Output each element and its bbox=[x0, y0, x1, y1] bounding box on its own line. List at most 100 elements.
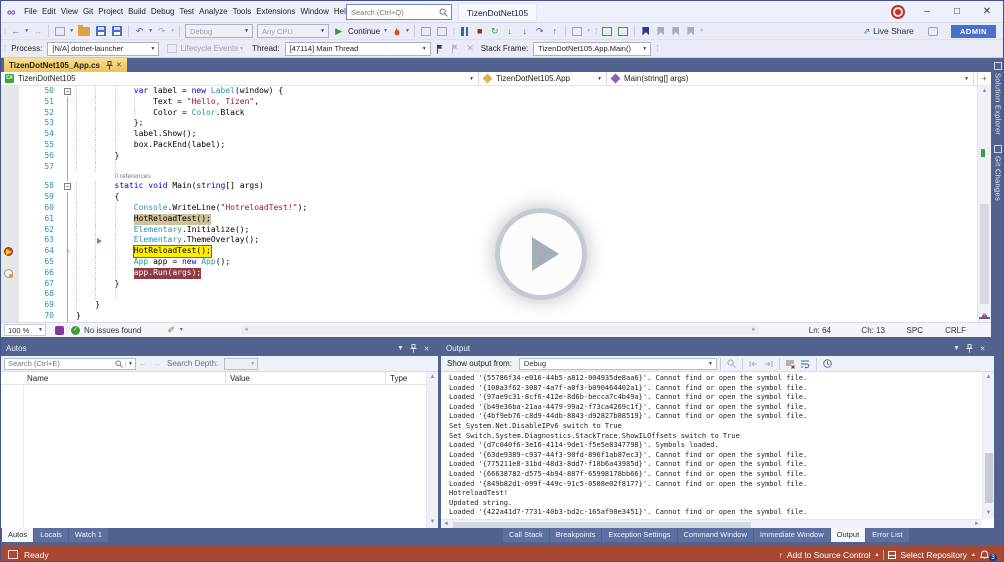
select-repository-caret-icon[interactable]: ▲ bbox=[971, 552, 976, 558]
solution-configuration-select[interactable]: Debug▼ bbox=[185, 24, 253, 38]
menu-item-test[interactable]: Test bbox=[177, 1, 197, 22]
outline-margin[interactable] bbox=[59, 257, 76, 268]
code-line[interactable]: 64✎HotReloadTest(); bbox=[1, 246, 977, 257]
notifications-bell-icon[interactable] bbox=[980, 550, 989, 560]
scrollbar-thumb[interactable] bbox=[453, 522, 751, 528]
outline-margin[interactable] bbox=[59, 311, 76, 322]
scroll-down-icon[interactable]: ▼ bbox=[427, 517, 438, 528]
outline-margin[interactable] bbox=[59, 118, 76, 129]
code-line[interactable]: 50−var label = new Label(window) { bbox=[1, 86, 977, 97]
breakpoint-margin[interactable] bbox=[1, 86, 19, 97]
collapse-region-icon[interactable]: − bbox=[64, 183, 71, 190]
codelens-text[interactable]: 0 references bbox=[76, 172, 151, 181]
tool-window-tab-call-stack[interactable]: Call Stack bbox=[503, 528, 549, 542]
breakpoint-margin[interactable] bbox=[1, 225, 19, 236]
outline-margin[interactable] bbox=[59, 214, 76, 225]
outline-margin[interactable] bbox=[59, 108, 76, 119]
thread-select[interactable]: [47114] Main Thread▼ bbox=[285, 42, 431, 56]
toggle-bookmark-icon[interactable] bbox=[639, 24, 652, 38]
pin-icon[interactable] bbox=[963, 344, 976, 353]
breakpoint-margin[interactable] bbox=[1, 246, 19, 257]
indentation-indicator[interactable]: SPC bbox=[907, 326, 923, 335]
line-ending-indicator[interactable]: CRLF bbox=[945, 326, 966, 335]
code-line[interactable]: 68 bbox=[1, 289, 977, 300]
navigate-forward-icon[interactable]: → bbox=[31, 24, 44, 38]
outline-margin[interactable] bbox=[59, 151, 76, 162]
step-into-icon[interactable]: ↓ bbox=[518, 24, 531, 38]
tool-window-tab-autos[interactable]: Autos bbox=[2, 528, 33, 542]
scroll-down-icon[interactable]: ▼ bbox=[983, 508, 994, 519]
outline-margin[interactable] bbox=[59, 192, 76, 203]
menu-item-edit[interactable]: Edit bbox=[39, 1, 58, 22]
intellicode-icon[interactable] bbox=[55, 326, 64, 335]
editor-horizontal-scrollbar[interactable]: ◄► bbox=[241, 326, 759, 334]
code-line[interactable]: 54label.Show(); bbox=[1, 129, 977, 140]
code-line[interactable]: 57 bbox=[1, 162, 977, 173]
tool-window-tab-immediate-window[interactable]: Immediate Window bbox=[754, 528, 830, 542]
collapse-region-icon[interactable]: − bbox=[64, 88, 71, 95]
maximize-button[interactable]: □ bbox=[943, 1, 971, 22]
tool-window-tab-output[interactable]: Output bbox=[831, 528, 866, 542]
menu-item-build[interactable]: Build bbox=[126, 1, 149, 22]
undo-icon[interactable]: ↶ bbox=[133, 24, 146, 38]
code-line[interactable]: 69} bbox=[1, 300, 977, 311]
output-vertical-scrollbar[interactable]: ▲ ▼ bbox=[982, 372, 994, 519]
close-button[interactable]: ✕ bbox=[973, 1, 1001, 22]
code-line[interactable]: 58−static void Main(string[] args) bbox=[1, 181, 977, 192]
breakpoint-margin[interactable] bbox=[1, 235, 19, 246]
menu-item-debug[interactable]: Debug bbox=[148, 1, 177, 22]
hot-reload-caret-icon[interactable]: ▼ bbox=[405, 28, 410, 34]
breakpoint-margin[interactable] bbox=[1, 97, 19, 108]
minimize-button[interactable]: – bbox=[913, 1, 941, 22]
process-select[interactable]: [N/A] dotnet-launcher▼ bbox=[47, 42, 159, 56]
bookmark-caret-icon[interactable]: ▼ bbox=[699, 28, 704, 34]
breakpoint-margin[interactable] bbox=[1, 214, 19, 225]
navigate-back-caret-icon[interactable]: ▼ bbox=[24, 28, 29, 34]
outline-margin[interactable] bbox=[59, 129, 76, 140]
breakpoint-margin[interactable] bbox=[1, 129, 19, 140]
outline-margin[interactable] bbox=[59, 300, 76, 311]
next-bookmark-icon[interactable] bbox=[669, 24, 682, 38]
member-dropdown[interactable]: Main(string[] args) ▼ bbox=[607, 72, 974, 85]
tool-window-tab-locals[interactable]: Locals bbox=[34, 528, 68, 542]
breakpoint-margin[interactable] bbox=[1, 108, 19, 119]
new-project-icon[interactable] bbox=[53, 24, 67, 38]
save-icon[interactable] bbox=[94, 24, 108, 38]
bookmark-window-icon[interactable] bbox=[684, 24, 697, 38]
new-project-caret-icon[interactable]: ▼ bbox=[69, 28, 74, 34]
previous-bookmark-icon[interactable] bbox=[654, 24, 667, 38]
notifications-badge[interactable]: 3 bbox=[989, 554, 997, 562]
autos-column-value[interactable]: Value bbox=[226, 372, 386, 384]
tool-window-tab-breakpoints[interactable]: Breakpoints bbox=[550, 528, 602, 542]
hot-reload-icon[interactable] bbox=[390, 24, 403, 38]
select-repository-button[interactable]: Select Repository bbox=[900, 550, 967, 560]
column-indicator[interactable]: Ch: 13 bbox=[861, 326, 885, 335]
code-editor[interactable]: 50−var label = new Label(window) {51Text… bbox=[1, 86, 977, 322]
toolbar-grip[interactable]: ⁞ bbox=[592, 27, 599, 36]
toolbar-grip[interactable]: ⁞ bbox=[1, 44, 8, 53]
pin-tab-icon[interactable] bbox=[106, 61, 113, 70]
lifecycle-events-button[interactable]: Lifecycle Events ▼ bbox=[165, 44, 245, 53]
autos-body[interactable] bbox=[1, 385, 426, 528]
breakpoint-margin[interactable] bbox=[1, 118, 19, 129]
breakpoint-margin[interactable] bbox=[1, 140, 19, 151]
outline-margin[interactable]: − bbox=[59, 181, 76, 192]
editor-vertical-scrollbar[interactable]: ▲ ▼ bbox=[977, 86, 991, 322]
stack-frame-select[interactable]: TizenDotNet105.App.Main()▼ bbox=[533, 42, 651, 56]
project-dropdown[interactable]: C# TizenDotNet105 ▼ bbox=[1, 72, 479, 85]
video-play-button[interactable] bbox=[495, 208, 587, 300]
undo-caret-icon[interactable]: ▼ bbox=[148, 28, 153, 34]
code-line[interactable]: 66app.Run(args); bbox=[1, 268, 977, 279]
solution-platform-select[interactable]: Any CPU▼ bbox=[257, 24, 329, 38]
outline-margin[interactable]: − bbox=[59, 86, 76, 97]
close-icon[interactable]: ✕ bbox=[420, 345, 433, 353]
code-line[interactable]: 60Console.WriteLine("HotreloadTest!"); bbox=[1, 203, 977, 214]
show-flagged-only-icon[interactable]: ✕ bbox=[464, 42, 477, 56]
menu-item-tools[interactable]: Tools bbox=[230, 1, 254, 22]
autos-search-box[interactable]: ▼ bbox=[4, 358, 136, 370]
stop-debugging-icon[interactable]: ■ bbox=[473, 24, 486, 38]
outline-margin[interactable] bbox=[59, 225, 76, 236]
output-horizontal-scrollbar[interactable]: ◄ ► bbox=[441, 519, 982, 528]
breakpoints-caret-icon[interactable]: ▼ bbox=[586, 28, 591, 34]
pin-icon[interactable] bbox=[407, 344, 420, 353]
